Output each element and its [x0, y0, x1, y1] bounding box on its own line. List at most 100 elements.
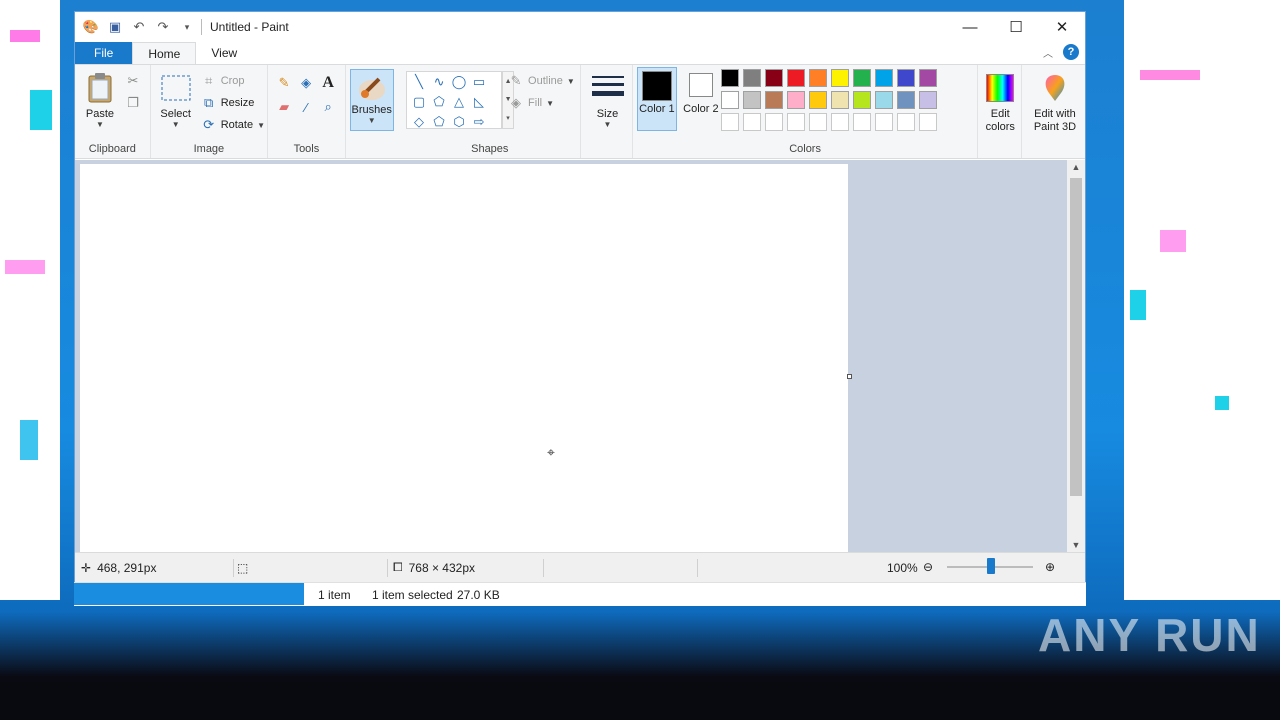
color-swatch[interactable]	[830, 113, 849, 131]
ribbon: Paste ▼ ✂ ❐ Clipboard Select ▼ ⌗ Crop ⧉	[75, 64, 1085, 159]
oval-shape-icon[interactable]: ◯	[449, 72, 469, 92]
color-swatch[interactable]	[874, 69, 893, 87]
fill-bucket-icon[interactable]: ◈	[298, 75, 314, 91]
cursor-position: ✛ 468, 291px	[81, 561, 156, 575]
chevron-down-icon: ▼	[367, 116, 376, 125]
color-swatch[interactable]	[918, 91, 937, 109]
brushes-button[interactable]: Brushes ▼	[349, 69, 394, 131]
color1-button[interactable]: Color 1	[636, 67, 677, 131]
arrow-shape-icon[interactable]: ⇨	[469, 112, 489, 132]
paste-button[interactable]: Paste ▼	[83, 71, 117, 129]
outline-icon: ✎	[510, 73, 522, 88]
text-tool-icon[interactable]: A	[320, 74, 336, 91]
crop-button[interactable]: ⌗ Crop	[201, 73, 245, 89]
paint-window: 🎨 ▣ ↶ ↷ ▾ Untitled - Paint — ☐ ✕ File Ho…	[74, 11, 1086, 582]
clipboard-icon	[83, 71, 117, 105]
glitch-block	[30, 90, 52, 130]
color-swatch[interactable]	[918, 113, 937, 131]
save-icon[interactable]: ▣	[107, 19, 123, 35]
size-button[interactable]: Size ▼	[591, 71, 625, 129]
color-swatch[interactable]	[808, 113, 827, 131]
color-swatch[interactable]	[742, 69, 761, 87]
scroll-down-icon[interactable]: ▼	[1067, 540, 1085, 550]
color-swatch[interactable]	[830, 69, 849, 87]
tab-file[interactable]: File	[75, 42, 133, 64]
color-swatch[interactable]	[764, 91, 783, 109]
pentagon-shape-icon[interactable]: ⬠	[429, 112, 449, 132]
collapse-ribbon-icon[interactable]: ︿	[1043, 45, 1053, 60]
line-shape-icon[interactable]: ╲	[409, 72, 429, 92]
color-swatch[interactable]	[896, 91, 915, 109]
close-button[interactable]: ✕	[1039, 12, 1085, 42]
color-swatch[interactable]	[764, 69, 783, 87]
scrollbar-thumb[interactable]	[1070, 178, 1082, 496]
redo-icon[interactable]: ↷	[155, 19, 171, 35]
color-swatch[interactable]	[720, 113, 739, 131]
rectangle-shape-icon[interactable]: ▭	[469, 72, 489, 92]
tab-view[interactable]: View	[196, 42, 252, 64]
resize-label: Resize	[220, 97, 255, 109]
color2-button[interactable]: Color 2	[681, 67, 721, 131]
color-swatch[interactable]	[896, 69, 915, 87]
maximize-button[interactable]: ☐	[993, 12, 1039, 42]
copy-icon[interactable]: ❐	[125, 95, 141, 111]
color-swatch[interactable]	[896, 113, 915, 131]
polygon-shape-icon[interactable]: ⬠	[429, 92, 449, 112]
rotate-icon: ⟳	[203, 117, 215, 132]
color-swatch[interactable]	[874, 113, 893, 131]
cut-icon[interactable]: ✂	[125, 73, 141, 89]
resize-button[interactable]: ⧉ Resize	[201, 95, 255, 111]
hexagon-shape-icon[interactable]: ⬡	[449, 112, 469, 132]
color-swatch[interactable]	[852, 113, 871, 131]
color-spectrum-icon	[983, 71, 1017, 105]
color-swatch[interactable]	[720, 69, 739, 87]
color-swatch[interactable]	[786, 113, 805, 131]
color-swatch[interactable]	[918, 69, 937, 87]
zoom-out-icon[interactable]: ⊖	[923, 560, 933, 574]
magnifier-icon[interactable]: ⌕	[320, 99, 336, 115]
color-swatch[interactable]	[830, 91, 849, 109]
rotate-button[interactable]: ⟳ Rotate ▼	[201, 117, 265, 133]
size-group: Size ▼	[581, 65, 633, 158]
help-icon[interactable]: ?	[1063, 44, 1079, 60]
rounded-rect-shape-icon[interactable]: ▢	[409, 92, 429, 112]
select-button[interactable]: Select ▼	[159, 71, 193, 129]
outline-button[interactable]: ✎ Outline ▼	[508, 73, 575, 89]
curve-shape-icon[interactable]: ∿	[429, 72, 449, 92]
color-swatch[interactable]	[808, 69, 827, 87]
title-bar: 🎨 ▣ ↶ ↷ ▾ Untitled - Paint — ☐ ✕	[75, 12, 1085, 42]
color-swatch[interactable]	[742, 113, 761, 131]
vertical-scrollbar[interactable]: ▲ ▼	[1067, 160, 1085, 552]
color-swatch[interactable]	[786, 91, 805, 109]
fill-label: Fill	[528, 97, 543, 109]
drawing-canvas[interactable]	[80, 164, 848, 552]
minimize-button[interactable]: —	[947, 12, 993, 42]
color-swatch[interactable]	[786, 69, 805, 87]
triangle-shape-icon[interactable]: △	[449, 92, 469, 112]
rotate-label: Rotate	[220, 119, 254, 131]
right-triangle-shape-icon[interactable]: ◺	[469, 92, 489, 112]
edit-colors-button[interactable]: Edit colors	[978, 71, 1022, 134]
explorer-highlight	[74, 583, 304, 605]
color-swatch[interactable]	[852, 69, 871, 87]
zoom-slider-thumb[interactable]	[987, 558, 995, 574]
color-picker-icon[interactable]: ⁄	[298, 99, 314, 115]
eraser-icon[interactable]: ▰	[276, 99, 292, 115]
resize-handle-right[interactable]	[847, 374, 852, 379]
fill-button[interactable]: ◈ Fill ▼	[508, 95, 554, 111]
color-swatch[interactable]	[764, 113, 783, 131]
scroll-up-icon[interactable]: ▲	[1067, 162, 1085, 172]
pencil-icon[interactable]: ✎	[276, 75, 292, 91]
diamond-shape-icon[interactable]: ◇	[409, 112, 429, 132]
undo-icon[interactable]: ↶	[131, 19, 147, 35]
tab-home[interactable]: Home	[132, 42, 197, 64]
edit-with-paint3d-button[interactable]: Edit with Paint 3D	[1022, 71, 1088, 134]
color-swatch[interactable]	[874, 91, 893, 109]
expand-icon[interactable]: ▾	[506, 114, 510, 122]
color-swatch[interactable]	[720, 91, 739, 109]
zoom-in-icon[interactable]: ⊕	[1045, 560, 1055, 574]
color-swatch[interactable]	[852, 91, 871, 109]
customize-qat-icon[interactable]: ▾	[179, 19, 195, 35]
color-swatch[interactable]	[742, 91, 761, 109]
color-swatch[interactable]	[808, 91, 827, 109]
